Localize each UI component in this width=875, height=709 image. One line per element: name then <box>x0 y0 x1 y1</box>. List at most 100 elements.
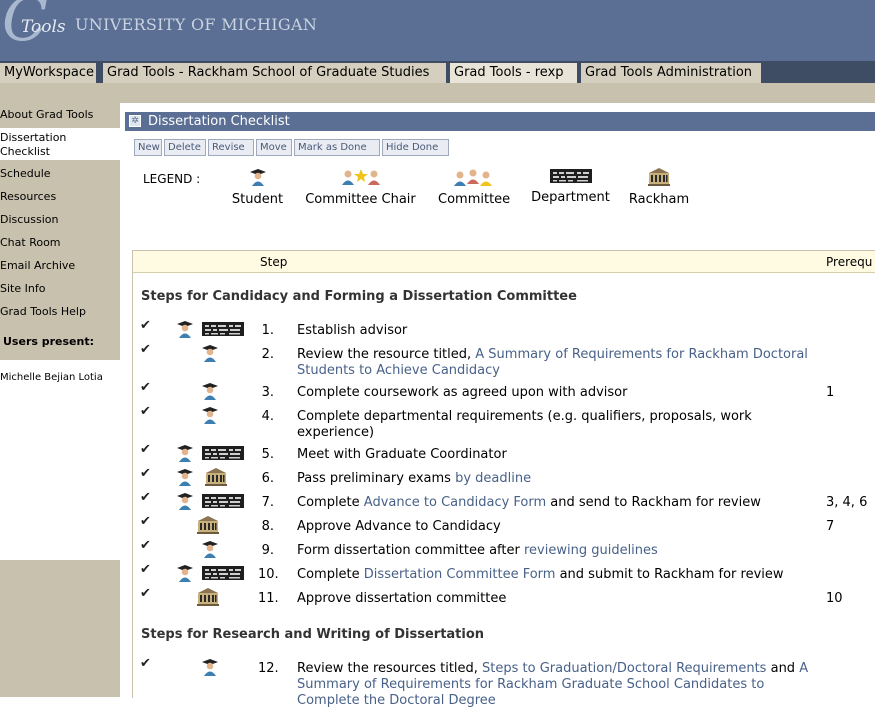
step-done-check[interactable]: ✔ <box>140 342 151 357</box>
legend-student-label: Student <box>231 192 284 207</box>
legend-committee: Committee <box>438 168 510 207</box>
site-tabs: MyWorkspace Grad Tools - Rackham School … <box>0 61 875 83</box>
step-number: 3. <box>261 385 274 400</box>
tool-title-bar: ✲ Dissertation Checklist <box>125 112 875 131</box>
revise-button[interactable]: Revise <box>208 139 254 156</box>
step-done-check[interactable]: ✔ <box>140 466 151 481</box>
step-done-check[interactable]: ✔ <box>140 380 151 395</box>
department-icon <box>202 493 244 509</box>
legend-department-label: Department <box>531 190 610 205</box>
step-number: 12. <box>258 661 279 676</box>
step-description: Form dissertation committee after review… <box>297 543 658 558</box>
steps-to-graduation-link[interactable]: Steps to Graduation/Doctoral Requirement… <box>482 661 766 676</box>
delete-button[interactable]: Delete <box>164 139 206 156</box>
tab-grad-tools-rackham[interactable]: Grad Tools - Rackham School of Graduate … <box>103 63 446 83</box>
step-description: Complete Advance to Candidacy Form and s… <box>297 495 761 510</box>
reviewing-guidelines-link[interactable]: reviewing guidelines <box>524 543 658 558</box>
step-prerequisites: 10 <box>826 591 843 606</box>
department-icon <box>549 169 592 187</box>
step-prerequisites: 7 <box>826 519 835 534</box>
student-icon <box>176 492 194 510</box>
step-done-check[interactable]: ✔ <box>140 404 151 419</box>
mark-as-done-button[interactable]: Mark as Done <box>294 139 380 156</box>
tab-grad-tools-rexp[interactable]: Grad Tools - rexp <box>450 63 577 83</box>
committee-icon <box>453 169 495 189</box>
step-done-check[interactable]: ✔ <box>140 586 151 601</box>
step-number: 1. <box>261 323 274 338</box>
step-number: 9. <box>261 543 274 558</box>
tab-underline-band <box>0 83 875 103</box>
step-done-check[interactable]: ✔ <box>140 490 151 505</box>
legend-student: Student <box>230 168 285 207</box>
new-button[interactable]: New <box>134 139 162 156</box>
student-icon <box>176 468 194 486</box>
step-prerequisites: 1 <box>826 385 835 400</box>
sidebar-item-schedule[interactable]: Schedule <box>0 167 120 181</box>
step-done-check[interactable]: ✔ <box>140 318 151 333</box>
step-description: Complete coursework as agreed upon with … <box>297 385 628 400</box>
sidebar-item-resources[interactable]: Resources <box>0 190 120 204</box>
step-number: 4. <box>261 409 274 424</box>
legend-committee-chair: Committee Chair <box>303 168 418 207</box>
rackham-icon <box>205 468 227 486</box>
step-description: Complete Dissertation Committee Form and… <box>297 567 784 582</box>
sidebar-item-label: Dissertation Checklist <box>0 131 67 158</box>
step-number: 7. <box>261 495 274 510</box>
step-number: 2. <box>261 347 274 362</box>
student-icon <box>176 444 194 462</box>
user-name: Michelle Bejian Lotia <box>0 372 103 383</box>
sidebar-item-discussion[interactable]: Discussion <box>0 213 120 227</box>
step-done-check[interactable]: ✔ <box>140 562 151 577</box>
student-icon <box>249 169 267 189</box>
tab-myworkspace[interactable]: MyWorkspace <box>0 63 96 83</box>
section-heading-candidacy: Steps for Candidacy and Forming a Disser… <box>141 289 577 304</box>
ctools-logo-word: Tools <box>21 17 66 37</box>
legend-rackham-label: Rackham <box>628 192 690 207</box>
rackham-icon <box>197 588 219 606</box>
hide-done-button[interactable]: Hide Done <box>382 139 449 156</box>
step-description: Establish advisor <box>297 323 408 338</box>
step-description: Pass preliminary exams by deadline <box>297 471 532 486</box>
sidebar-item-about-grad-tools[interactable]: About Grad Tools <box>0 108 120 122</box>
legend-rackham: Rackham <box>626 168 692 207</box>
deadline-link[interactable]: by deadline <box>455 471 531 486</box>
step-done-check[interactable]: ✔ <box>140 442 151 457</box>
reset-tool-icon[interactable]: ✲ <box>129 115 141 127</box>
column-header-prerequisites: Prerequ <box>826 255 873 269</box>
step-done-check[interactable]: ✔ <box>140 514 151 529</box>
sidebar-item-grad-tools-help[interactable]: Grad Tools Help <box>0 305 120 319</box>
dissertation-committee-form-link[interactable]: Dissertation Committee Form <box>364 567 556 582</box>
section-heading-research: Steps for Research and Writing of Disser… <box>141 627 485 642</box>
step-description: Approve Advance to Candidacy <box>297 519 501 534</box>
move-button[interactable]: Move <box>256 139 292 156</box>
sidebar: About Grad Tools Dissertation Checklist … <box>0 103 120 697</box>
checklist-header-row: Step Prerequ <box>133 251 875 273</box>
sidebar-item-chat-room[interactable]: Chat Room <box>0 236 120 250</box>
rackham-icon <box>197 516 219 534</box>
step-number: 10. <box>258 567 279 582</box>
student-icon <box>201 540 219 558</box>
tool-title: Dissertation Checklist <box>148 114 290 129</box>
users-present-label: Users present: <box>3 335 94 348</box>
advance-to-candidacy-form-link[interactable]: Advance to Candidacy Form <box>364 495 546 510</box>
site-header: C Tools UNIVERSITY OF MICHIGAN <box>0 0 875 61</box>
sidebar-item-email-archive[interactable]: Email Archive <box>0 259 120 273</box>
department-icon <box>202 321 244 337</box>
step-done-check[interactable]: ✔ <box>140 538 151 553</box>
sidebar-item-dissertation-checklist[interactable]: Dissertation Checklist <box>0 128 120 160</box>
step-description: Review the resource titled, A Summary of… <box>297 347 808 378</box>
student-icon <box>201 406 219 424</box>
tab-grad-tools-administration[interactable]: Grad Tools Administration <box>581 63 761 83</box>
step-done-check[interactable]: ✔ <box>140 656 151 671</box>
sidebar-item-site-info[interactable]: Site Info <box>0 282 120 296</box>
step-prerequisites: 3, 4, 6 <box>826 495 868 510</box>
step-number: 6. <box>261 471 274 486</box>
student-icon <box>176 320 194 338</box>
step-number: 8. <box>261 519 274 534</box>
committee-chair-icon <box>340 169 382 189</box>
department-icon <box>202 445 244 461</box>
tool-frame: ✲ Dissertation Checklist New Delete Revi… <box>120 103 875 708</box>
step-number: 11. <box>258 591 279 606</box>
step-description: Complete departmental requirements (e.g.… <box>297 409 752 440</box>
department-icon <box>202 565 244 581</box>
